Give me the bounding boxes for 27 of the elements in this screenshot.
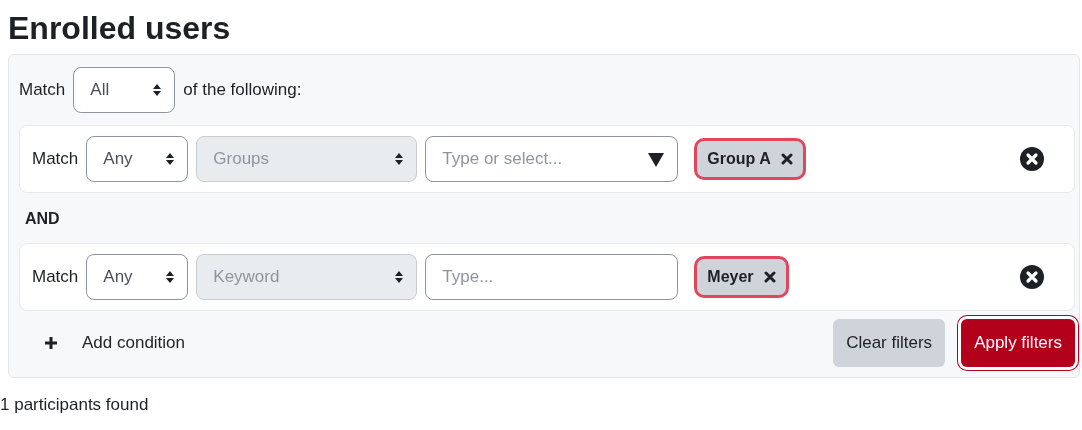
sort-caret-icon [394,152,405,166]
autocomplete-field[interactable]: Type or select... [425,136,679,182]
keyword-field[interactable]: Type... [425,254,679,300]
close-icon [780,153,793,165]
dropdown-arrow-icon [648,153,665,167]
match-label: Match [32,266,79,289]
match-label: Match [19,79,66,102]
remove-condition-icon[interactable] [1020,265,1044,289]
clear-filters-button[interactable]: Clear filters [833,319,946,367]
match-label: Match [32,148,79,171]
selected-tag[interactable]: Meyer [694,256,789,298]
sort-caret-icon [165,152,176,166]
page-title: Enrolled users [8,9,232,48]
remove-condition-icon[interactable] [1020,147,1044,171]
match-select[interactable]: All [73,67,176,113]
sort-caret-icon [394,270,405,284]
close-icon [763,271,776,283]
plus-icon [44,336,58,350]
add-condition-button[interactable]: Add condition [19,323,199,363]
match-select[interactable]: Any [86,136,189,182]
joiner-label: AND [25,209,61,229]
match-select[interactable]: Any [86,254,189,300]
selected-tag[interactable]: Group A [694,138,806,180]
match-suffix-text: of the following: [183,79,302,102]
result-count: 1 participants found [0,394,150,416]
sort-caret-icon [152,83,163,97]
sort-caret-icon [165,270,176,284]
